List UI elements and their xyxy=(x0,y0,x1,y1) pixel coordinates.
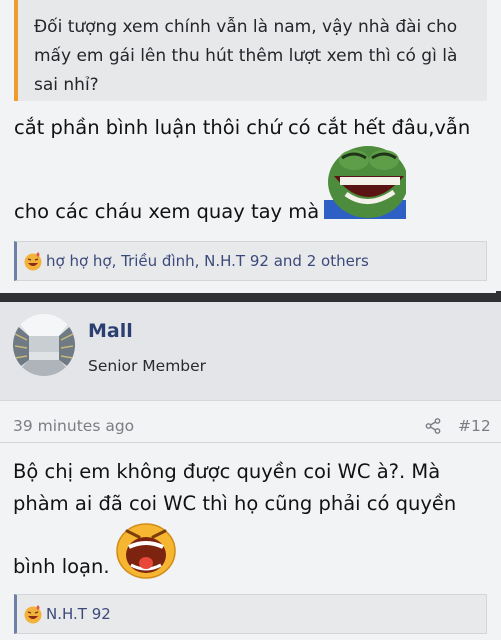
share-icon[interactable] xyxy=(425,418,441,434)
reactions-bar[interactable]: N.H.T 92 xyxy=(14,594,487,634)
user-title: Senior Member xyxy=(88,357,207,375)
reactions-list[interactable]: hợ hợ hợ, Triều đình, N.H.T 92 and 2 oth… xyxy=(46,252,369,270)
quote-line: Đối tượng xem chính vẫn là nam, vậy nhà … xyxy=(34,17,458,37)
laughing-face-icon xyxy=(116,523,176,579)
user-panel: Mall Senior Member xyxy=(0,302,501,401)
quote-line: mấy em gái lên thu hút thêm lượt xem thì… xyxy=(34,46,458,66)
laughing-reaction-icon xyxy=(24,605,42,624)
post-divider xyxy=(0,291,501,304)
post-meta: 39 minutes ago #12 xyxy=(0,400,501,443)
post-text-line: cho các cháu xem quay tay mà xyxy=(14,200,320,223)
laughing-reaction-icon xyxy=(24,252,42,271)
quote-line: sai nhỉ? xyxy=(34,75,99,95)
laughing-pepe-icon xyxy=(324,146,406,219)
post-text-line: cắt phần bình luận thôi chứ có cắt hết đ… xyxy=(14,116,471,139)
post-text-line: Bộ chị em không được quyền coi WC à?. Mà xyxy=(13,460,441,483)
post-number[interactable]: #12 xyxy=(458,417,491,435)
post-time[interactable]: 39 minutes ago xyxy=(13,417,134,435)
reactions-list[interactable]: N.H.T 92 xyxy=(46,605,111,623)
username[interactable]: Mall xyxy=(88,320,133,342)
post-text-line: bình loạn. xyxy=(13,555,110,578)
post-text-line: phàm ai đã coi WC thì họ cũng phải có qu… xyxy=(13,492,457,515)
reactions-bar[interactable]: hợ hợ hợ, Triều đình, N.H.T 92 and 2 oth… xyxy=(14,241,487,281)
avatar[interactable] xyxy=(13,314,75,376)
quote-block[interactable]: Đối tượng xem chính vẫn là nam, vậy nhà … xyxy=(14,0,487,101)
